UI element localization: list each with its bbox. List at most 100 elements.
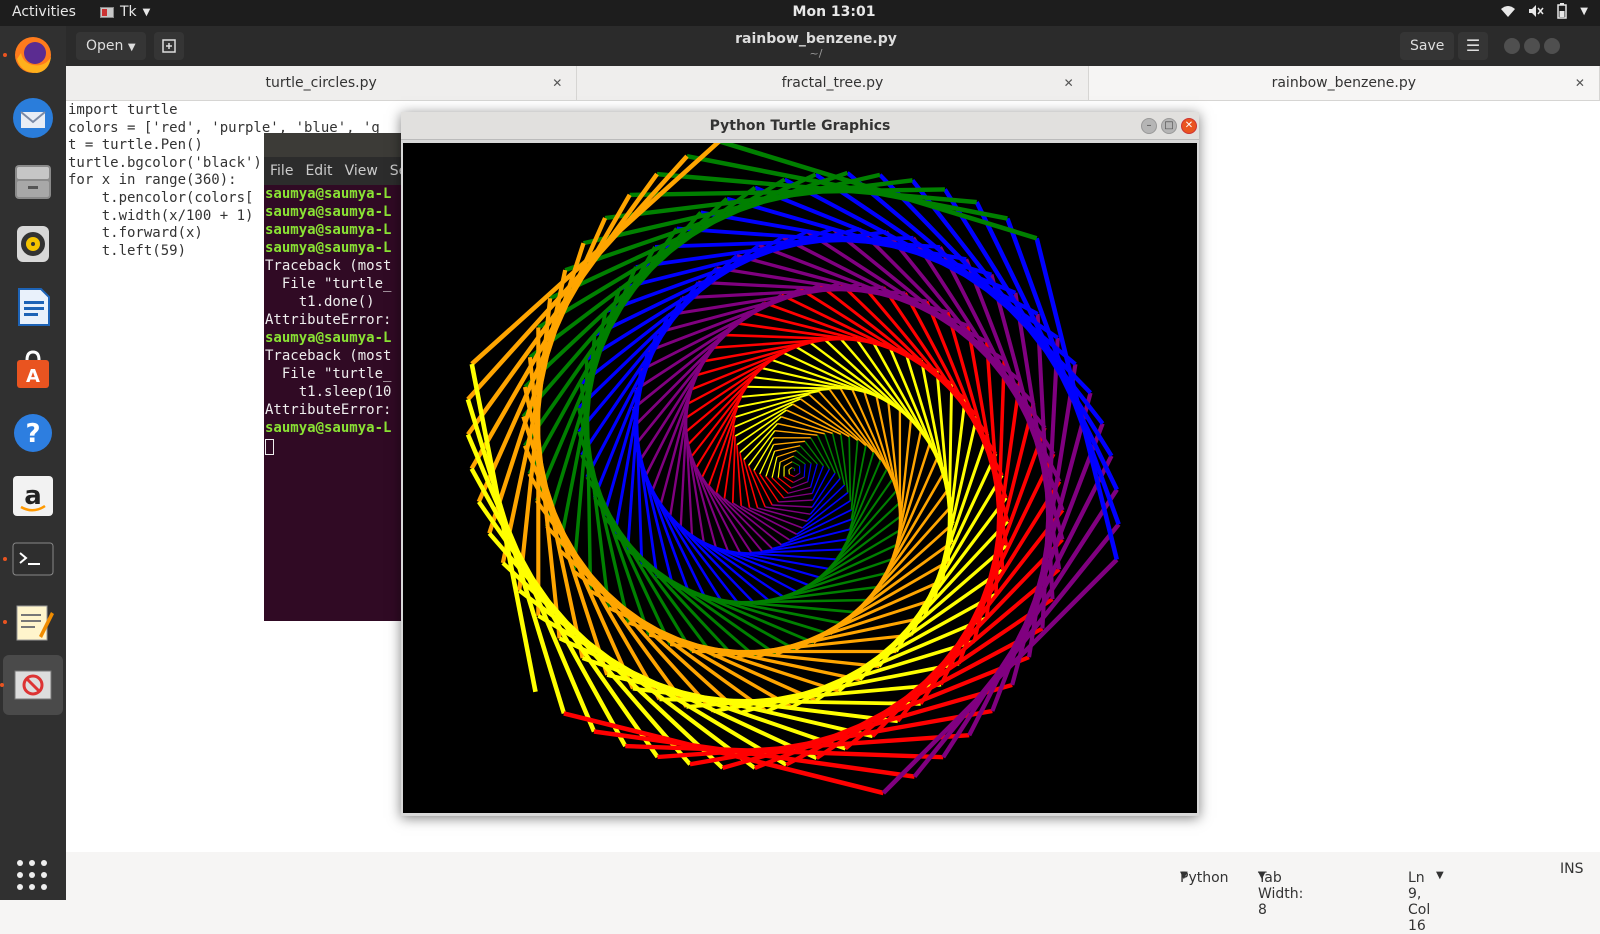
spiral-segment bbox=[775, 446, 801, 451]
tab-label: turtle_circles.py bbox=[266, 75, 377, 91]
svg-text:a: a bbox=[24, 481, 42, 511]
menu-file[interactable]: File bbox=[270, 163, 293, 179]
spiral-segment bbox=[1007, 219, 1118, 525]
help-icon: ? bbox=[11, 411, 55, 455]
dock: A ? a bbox=[0, 26, 66, 900]
spiral-segment bbox=[792, 462, 799, 466]
spiral-segment bbox=[772, 529, 850, 548]
spiral-segment bbox=[779, 500, 813, 502]
tab-fractal-tree[interactable]: fractal_tree.py ✕ bbox=[577, 66, 1088, 100]
dock-amazon[interactable]: a bbox=[9, 472, 57, 520]
chevron-down-icon: ▼ bbox=[1436, 870, 1444, 881]
dock-software[interactable]: A bbox=[9, 346, 57, 394]
dock-help[interactable]: ? bbox=[9, 409, 57, 457]
dock-rhythmbox[interactable] bbox=[9, 220, 57, 268]
terminal-output-line: AttributeError: bbox=[265, 311, 404, 329]
svg-text:A: A bbox=[26, 366, 40, 387]
spiral-segment bbox=[883, 560, 1116, 793]
close-icon[interactable]: ✕ bbox=[1064, 66, 1074, 100]
spiral-segment bbox=[849, 437, 850, 501]
running-indicator bbox=[3, 557, 7, 561]
svg-text:?: ? bbox=[25, 419, 40, 449]
spiral-segment bbox=[778, 462, 780, 478]
status-bar: Python ▼ Tab Width: 8 ▼ Ln 9, Col 16 ▼ I… bbox=[66, 852, 1600, 900]
dock-writer[interactable] bbox=[9, 283, 57, 331]
terminal-output-line: File "turtle_ bbox=[265, 275, 404, 293]
terminal-prompt-line: saumya@saumya-L bbox=[265, 419, 404, 437]
turtle-titlebar[interactable]: Python Turtle Graphics – □ ✕ bbox=[401, 112, 1199, 140]
terminal-window[interactable]: File Edit View Se saumya@saumya-Lsaumya@… bbox=[264, 133, 404, 621]
spiral-segment bbox=[796, 451, 811, 464]
close-icon[interactable]: ✕ bbox=[1575, 66, 1585, 100]
document-title: rainbow_benzene.py bbox=[66, 31, 1566, 47]
spiral-segment bbox=[765, 507, 810, 514]
terminal-output-line: File "turtle_ bbox=[265, 365, 404, 383]
code-line: t.left(59) bbox=[68, 243, 186, 259]
spiral-segment bbox=[808, 463, 811, 481]
firefox-icon bbox=[11, 33, 55, 77]
hamburger-menu-button[interactable]: ☰ bbox=[1458, 32, 1488, 60]
thunderbird-icon bbox=[11, 96, 55, 140]
turtle-graphics-window[interactable]: Python Turtle Graphics – □ ✕ bbox=[401, 112, 1199, 816]
chevron-down-icon: ▼ bbox=[1180, 870, 1188, 881]
terminal-prompt-line: saumya@saumya-L bbox=[265, 221, 404, 239]
spiral-segment bbox=[733, 436, 735, 503]
spiral-segment bbox=[772, 457, 777, 478]
terminal-output[interactable]: saumya@saumya-L saumya@saumya-L saumya@sau… bbox=[264, 185, 404, 460]
cursor-position-label: Ln 9, Col 16 bbox=[1408, 870, 1430, 934]
minimize-button[interactable] bbox=[1504, 38, 1520, 54]
clock[interactable]: Mon 13:01 bbox=[0, 4, 1600, 20]
top-bar: Activities Tk ▼ Mon 13:01 ▼ bbox=[0, 0, 1600, 26]
rainbow-spiral-drawing bbox=[403, 143, 1197, 813]
menu-edit[interactable]: Edit bbox=[305, 163, 332, 179]
editor-headerbar: Open ▼ rainbow_benzene.py ~/ Save ☰ bbox=[66, 26, 1600, 66]
tab-rainbow-benzene[interactable]: rainbow_benzene.py ✕ bbox=[1089, 66, 1600, 100]
terminal-titlebar[interactable] bbox=[264, 133, 404, 157]
rhythmbox-icon bbox=[11, 222, 55, 266]
spiral-segment bbox=[794, 470, 795, 471]
spiral-segment bbox=[688, 368, 762, 444]
spiral-segment bbox=[794, 473, 800, 477]
spiral-segment bbox=[833, 433, 845, 485]
code-line: t.pencolor(colors[ bbox=[68, 190, 253, 206]
tk-window-icon bbox=[11, 663, 55, 707]
spiral-segment bbox=[836, 479, 892, 559]
dock-terminal[interactable] bbox=[9, 535, 57, 583]
maximize-button[interactable]: □ bbox=[1161, 118, 1177, 134]
close-button[interactable]: ✕ bbox=[1181, 118, 1197, 134]
terminal-cursor bbox=[265, 439, 274, 455]
spiral-segment bbox=[772, 478, 788, 494]
terminal-output-line: Traceback (most bbox=[265, 257, 404, 275]
show-applications-button[interactable] bbox=[17, 860, 47, 890]
running-indicator bbox=[3, 620, 7, 624]
spiral-segment bbox=[686, 418, 692, 536]
menu-view[interactable]: View bbox=[345, 163, 378, 179]
minimize-button[interactable]: – bbox=[1141, 118, 1157, 134]
close-button[interactable] bbox=[1544, 38, 1560, 54]
chevron-down-icon: ▼ bbox=[1580, 6, 1588, 17]
turtle-canvas[interactable] bbox=[403, 143, 1197, 813]
insert-mode[interactable]: INS bbox=[1560, 861, 1584, 877]
libreoffice-writer-icon bbox=[11, 285, 55, 329]
terminal-icon bbox=[11, 537, 55, 581]
dock-firefox[interactable] bbox=[9, 31, 57, 79]
save-button[interactable]: Save bbox=[1400, 32, 1454, 60]
spiral-segment bbox=[789, 474, 794, 476]
close-icon[interactable]: ✕ bbox=[552, 66, 562, 100]
running-indicator bbox=[3, 53, 7, 57]
dock-text-editor[interactable] bbox=[9, 598, 57, 646]
terminal-output-line: AttributeError: bbox=[265, 401, 404, 419]
files-icon bbox=[11, 159, 55, 203]
dock-tk-app[interactable] bbox=[3, 655, 63, 715]
maximize-button[interactable] bbox=[1524, 38, 1540, 54]
dock-files[interactable] bbox=[9, 157, 57, 205]
wifi-icon bbox=[1500, 4, 1516, 18]
spiral-segment bbox=[692, 377, 754, 456]
spiral-segment bbox=[812, 473, 835, 507]
dock-thunderbird[interactable] bbox=[9, 94, 57, 142]
tab-bar: turtle_circles.py ✕ fractal_tree.py ✕ ra… bbox=[66, 66, 1600, 101]
terminal-prompt-line: saumya@saumya-L bbox=[265, 185, 404, 203]
tab-turtle-circles[interactable]: turtle_circles.py ✕ bbox=[66, 66, 577, 100]
system-tray[interactable]: ▼ bbox=[1500, 3, 1588, 19]
window-title: Python Turtle Graphics bbox=[401, 118, 1199, 134]
